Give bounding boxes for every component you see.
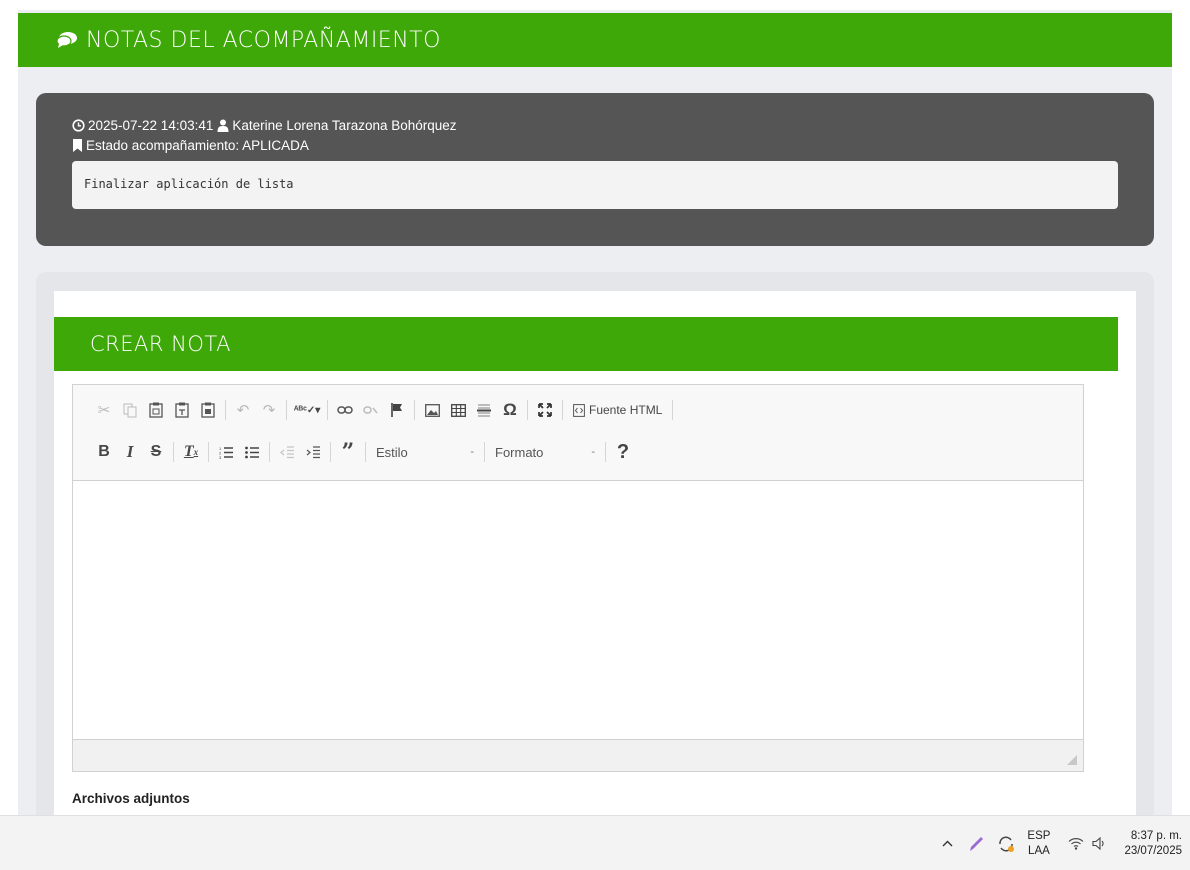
input-language[interactable]: ESP LAA bbox=[1027, 829, 1050, 859]
source-html-label: Fuente HTML bbox=[589, 403, 663, 417]
notes-header: NOTAS DEL ACOMPAÑAMIENTO bbox=[18, 13, 1172, 67]
clock[interactable]: 8:37 p. m. 23/07/2025 bbox=[1124, 829, 1182, 859]
link-icon[interactable] bbox=[332, 397, 358, 423]
system-tray: ESP LAA 8:37 p. m. 23/07/2025 bbox=[933, 816, 1190, 870]
rich-text-editor: ✂ ↶ ↷ ᴬᴮᶜ✓▾ Ω Fuente HTML B I S T x 1 2 … bbox=[72, 384, 1084, 772]
clock-date: 23/07/2025 bbox=[1124, 844, 1182, 857]
bulleted-list-icon[interactable] bbox=[239, 439, 265, 465]
unlink-icon[interactable] bbox=[358, 397, 384, 423]
chevron-down-icon: - bbox=[470, 446, 474, 458]
format-select-label: Formato bbox=[495, 444, 544, 460]
note-body: Finalizar aplicación de lista bbox=[72, 161, 1118, 209]
paste-word-icon[interactable] bbox=[195, 397, 221, 423]
italic-button[interactable]: I bbox=[117, 439, 143, 465]
svg-text:3: 3 bbox=[219, 455, 222, 459]
create-note-card: CREAR NOTA ✂ ↶ ↷ ᴬᴮᶜ✓▾ Ω Fuente HTML B I… bbox=[54, 291, 1136, 815]
note-timestamp: 2025-07-22 14:03:41 bbox=[88, 117, 214, 133]
anchor-flag-icon[interactable] bbox=[384, 397, 410, 423]
user-icon bbox=[217, 119, 229, 132]
wifi-icon[interactable] bbox=[1064, 837, 1088, 850]
style-select[interactable]: Estilo - bbox=[370, 439, 480, 465]
notes-panel: NOTAS DEL ACOMPAÑAMIENTO 2025-07-22 14:0… bbox=[18, 10, 1172, 815]
bold-button[interactable]: B bbox=[91, 439, 117, 465]
numbered-list-icon[interactable]: 123 bbox=[213, 439, 239, 465]
comments-icon bbox=[56, 31, 78, 49]
image-icon[interactable] bbox=[419, 397, 445, 423]
indent-icon[interactable] bbox=[300, 439, 326, 465]
format-select[interactable]: Formato - bbox=[489, 439, 601, 465]
notes-title: NOTAS DEL ACOMPAÑAMIENTO bbox=[86, 27, 441, 53]
strikethrough-button[interactable]: S bbox=[143, 439, 169, 465]
note-status: Estado acompañamiento: APLICADA bbox=[72, 135, 1118, 155]
bookmark-icon bbox=[73, 138, 82, 152]
pen-icon[interactable] bbox=[961, 836, 991, 852]
note-status-text: Estado acompañamiento: APLICADA bbox=[86, 137, 309, 153]
clock-icon bbox=[72, 118, 85, 132]
editor-toolbar: ✂ ↶ ↷ ᴬᴮᶜ✓▾ Ω Fuente HTML B I S T x 1 2 … bbox=[73, 385, 1083, 481]
note-card: 2025-07-22 14:03:41 Katerine Lorena Tara… bbox=[36, 93, 1154, 246]
chevron-up-icon[interactable] bbox=[933, 840, 961, 847]
maximize-icon[interactable] bbox=[532, 397, 558, 423]
note-author: Katerine Lorena Tarazona Bohórquez bbox=[232, 117, 457, 133]
cut-icon[interactable]: ✂ bbox=[91, 397, 117, 423]
create-note-section: CREAR NOTA ✂ ↶ ↷ ᴬᴮᶜ✓▾ Ω Fuente HTML B I… bbox=[36, 272, 1154, 815]
paste-icon[interactable] bbox=[143, 397, 169, 423]
taskbar: ESP LAA 8:37 p. m. 23/07/2025 bbox=[0, 815, 1190, 870]
source-icon bbox=[573, 403, 585, 417]
style-select-label: Estilo bbox=[376, 444, 408, 460]
create-note-title: CREAR NOTA bbox=[90, 332, 231, 356]
horizontal-rule-icon[interactable] bbox=[471, 397, 497, 423]
input-language-bottom: LAA bbox=[1028, 844, 1050, 857]
spellcheck-icon[interactable]: ᴬᴮᶜ✓▾ bbox=[291, 397, 323, 423]
table-icon[interactable] bbox=[445, 397, 471, 423]
attachments-label: Archivos adjuntos bbox=[72, 791, 190, 806]
toolbar-row-2: B I S Tx 123 ” Estilo - Formato - ? bbox=[91, 439, 636, 465]
redo-icon[interactable]: ↷ bbox=[256, 397, 282, 423]
sync-icon[interactable] bbox=[991, 835, 1021, 853]
volume-icon[interactable] bbox=[1088, 837, 1110, 850]
undo-icon[interactable]: ↶ bbox=[230, 397, 256, 423]
paste-text-icon[interactable] bbox=[169, 397, 195, 423]
note-meta: 2025-07-22 14:03:41 Katerine Lorena Tara… bbox=[72, 115, 1118, 135]
editor-statusbar bbox=[73, 739, 1083, 771]
content-area: NOTAS DEL ACOMPAÑAMIENTO 2025-07-22 14:0… bbox=[0, 10, 1190, 815]
page: NOTAS DEL ACOMPAÑAMIENTO 2025-07-22 14:0… bbox=[0, 0, 1190, 815]
create-note-header: CREAR NOTA bbox=[54, 317, 1118, 371]
outdent-icon[interactable] bbox=[274, 439, 300, 465]
toolbar-row-1: ✂ ↶ ↷ ᴬᴮᶜ✓▾ Ω Fuente HTML bbox=[91, 397, 677, 423]
copy-icon[interactable] bbox=[117, 397, 143, 423]
clock-time: 8:37 p. m. bbox=[1130, 829, 1182, 842]
resize-handle-icon[interactable] bbox=[1067, 755, 1077, 765]
help-button[interactable]: ? bbox=[610, 439, 636, 465]
special-char-icon[interactable]: Ω bbox=[497, 397, 523, 423]
blockquote-icon[interactable]: ” bbox=[335, 439, 361, 465]
chevron-down-icon: - bbox=[591, 446, 595, 458]
editor-content-area[interactable] bbox=[73, 481, 1083, 737]
remove-format-icon[interactable]: Tx bbox=[178, 439, 204, 465]
source-html-button[interactable]: Fuente HTML bbox=[567, 397, 668, 423]
input-language-top: ESP bbox=[1027, 829, 1051, 842]
